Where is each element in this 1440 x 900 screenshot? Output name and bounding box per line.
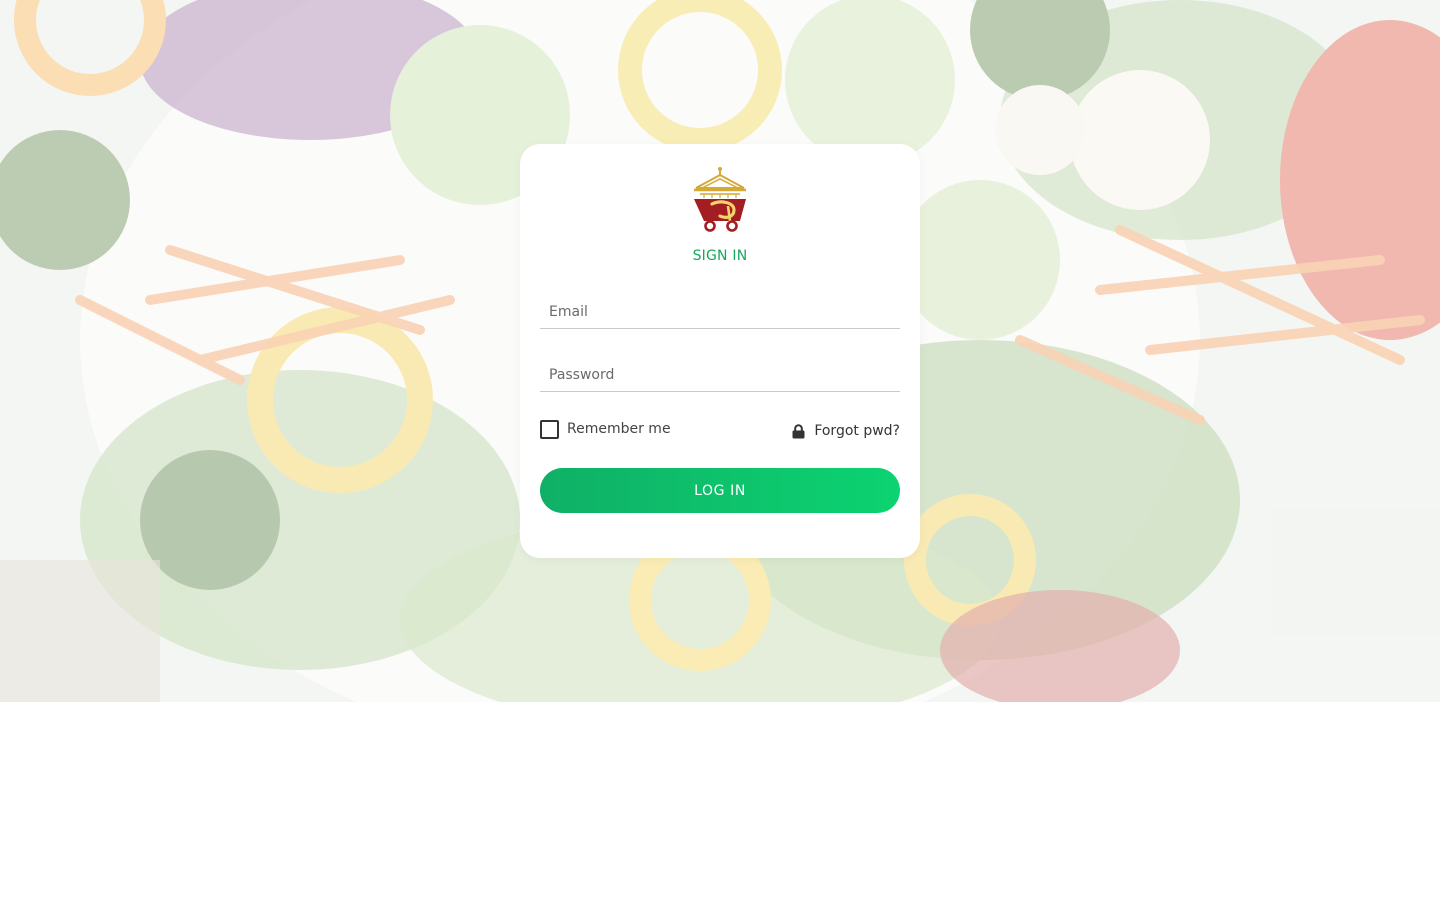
email-field[interactable] <box>540 295 900 329</box>
remember-me-toggle[interactable]: Remember me <box>540 418 671 440</box>
login-card: SIGN IN Remember me Forgot pwd? LOG IN <box>520 144 920 558</box>
remember-me-checkbox[interactable] <box>540 419 559 439</box>
password-field[interactable] <box>540 358 900 392</box>
temple-cart-logo-icon <box>694 167 746 232</box>
forgot-password-label: Forgot pwd? <box>814 423 900 439</box>
lock-icon <box>792 423 805 438</box>
remember-me-label: Remember me <box>567 421 671 437</box>
login-button[interactable]: LOG IN <box>540 468 900 513</box>
forgot-password-link[interactable]: Forgot pwd? <box>792 420 900 442</box>
sign-in-title: SIGN IN <box>692 248 748 264</box>
